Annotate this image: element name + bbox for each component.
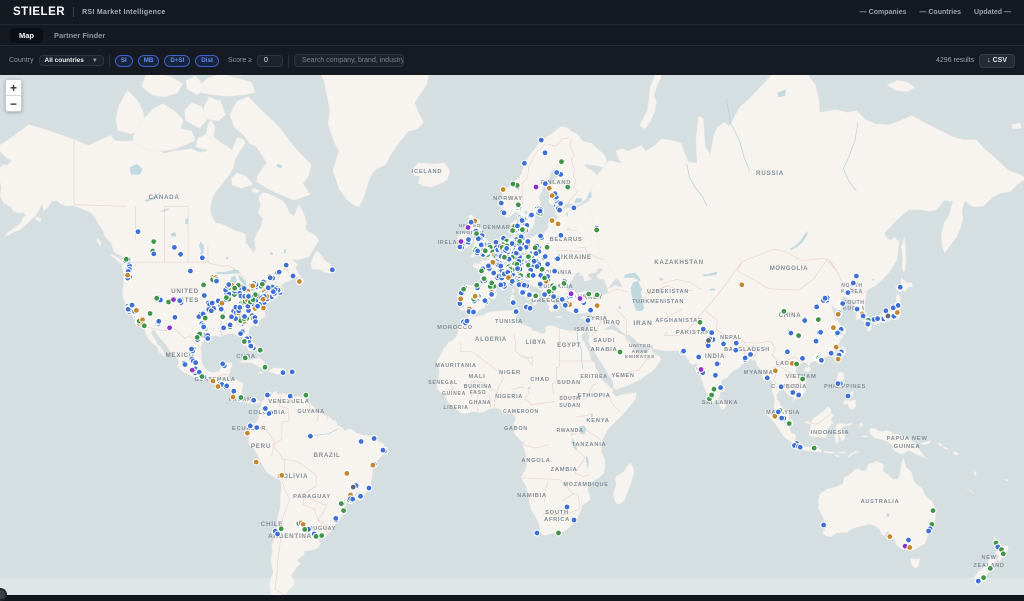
svg-text:BRAZIL: BRAZIL (314, 452, 341, 459)
svg-text:INDONESIA: INDONESIA (811, 430, 850, 436)
svg-text:ERITREA: ERITREA (580, 374, 607, 380)
svg-text:UKRAINE: UKRAINE (558, 254, 592, 261)
svg-text:IRAN: IRAN (633, 320, 652, 327)
svg-text:CHAD: CHAD (530, 377, 550, 383)
svg-text:GHANA: GHANA (469, 400, 491, 406)
svg-text:MONGOLIA: MONGOLIA (770, 266, 809, 272)
svg-text:IRAQ: IRAQ (603, 320, 620, 326)
svg-text:NAMIBIA: NAMIBIA (517, 493, 547, 499)
svg-text:CANADA: CANADA (148, 194, 179, 201)
svg-text:ZAMBIA: ZAMBIA (551, 467, 578, 473)
svg-text:TUNISIA: TUNISIA (495, 319, 523, 325)
svg-text:AFGHANISTAN: AFGHANISTAN (655, 318, 702, 324)
svg-text:NIGER: NIGER (499, 370, 521, 376)
svg-text:SOUTH: SOUTH (545, 510, 569, 516)
svg-text:GUINEA: GUINEA (442, 391, 466, 397)
svg-text:AFRICA: AFRICA (544, 517, 570, 523)
svg-text:SENEGAL: SENEGAL (428, 380, 458, 386)
svg-text:PARAGUAY: PARAGUAY (293, 494, 331, 500)
svg-text:LIBYA: LIBYA (526, 340, 547, 346)
svg-text:KENYA: KENYA (586, 418, 609, 424)
svg-text:PHILIPPINES: PHILIPPINES (824, 384, 866, 390)
svg-text:GABON: GABON (504, 426, 528, 432)
svg-text:UZBEKISTAN: UZBEKISTAN (647, 289, 689, 295)
svg-text:NEW: NEW (982, 555, 997, 561)
svg-text:MALI: MALI (469, 374, 486, 380)
svg-text:UNITED: UNITED (171, 288, 199, 295)
svg-text:RUSSIA: RUSSIA (756, 170, 784, 177)
svg-text:ISRAEL: ISRAEL (574, 327, 598, 333)
svg-text:KAZAKHSTAN: KAZAKHSTAN (654, 259, 704, 266)
svg-text:INDIA: INDIA (705, 353, 725, 360)
svg-text:NEPAL: NEPAL (720, 335, 742, 341)
svg-text:UNITED: UNITED (629, 343, 651, 349)
svg-text:MOZAMBIQUE: MOZAMBIQUE (563, 482, 608, 488)
svg-text:ANGOLA: ANGOLA (521, 458, 550, 464)
svg-text:LIBERIA: LIBERIA (443, 405, 468, 411)
svg-text:SUDAN: SUDAN (557, 380, 581, 386)
svg-text:SUDAN: SUDAN (559, 403, 581, 409)
svg-text:BELARUS: BELARUS (550, 237, 583, 243)
svg-text:TANZANIA: TANZANIA (572, 442, 607, 448)
svg-text:PERU: PERU (251, 443, 271, 450)
svg-text:SAUDI: SAUDI (593, 338, 615, 344)
svg-text:EMIRATES: EMIRATES (625, 354, 655, 360)
svg-text:GUINEA: GUINEA (894, 444, 921, 450)
svg-text:GUYANA: GUYANA (297, 409, 325, 415)
svg-text:SOUTH: SOUTH (559, 396, 580, 402)
svg-text:PAPUA NEW: PAPUA NEW (886, 436, 927, 442)
svg-text:TURKMENISTAN: TURKMENISTAN (632, 299, 684, 305)
svg-text:ETHIOPIA: ETHIOPIA (578, 393, 611, 399)
svg-text:MAURITANIA: MAURITANIA (435, 363, 476, 369)
svg-text:BANGLADESH: BANGLADESH (724, 347, 770, 353)
svg-text:RWANDA: RWANDA (556, 428, 583, 434)
svg-text:NIGERIA: NIGERIA (495, 394, 523, 400)
svg-text:AUSTRALIA: AUSTRALIA (861, 499, 900, 505)
svg-text:ICELAND: ICELAND (412, 169, 443, 175)
svg-text:NORWAY: NORWAY (493, 196, 523, 202)
svg-text:YEMEN: YEMEN (611, 373, 634, 379)
svg-text:EGYPT: EGYPT (557, 343, 581, 349)
svg-text:CAMEROON: CAMEROON (503, 409, 539, 415)
svg-text:FASO: FASO (470, 390, 487, 396)
svg-text:ALGERIA: ALGERIA (475, 337, 507, 343)
svg-text:ARABIA: ARABIA (591, 347, 618, 353)
